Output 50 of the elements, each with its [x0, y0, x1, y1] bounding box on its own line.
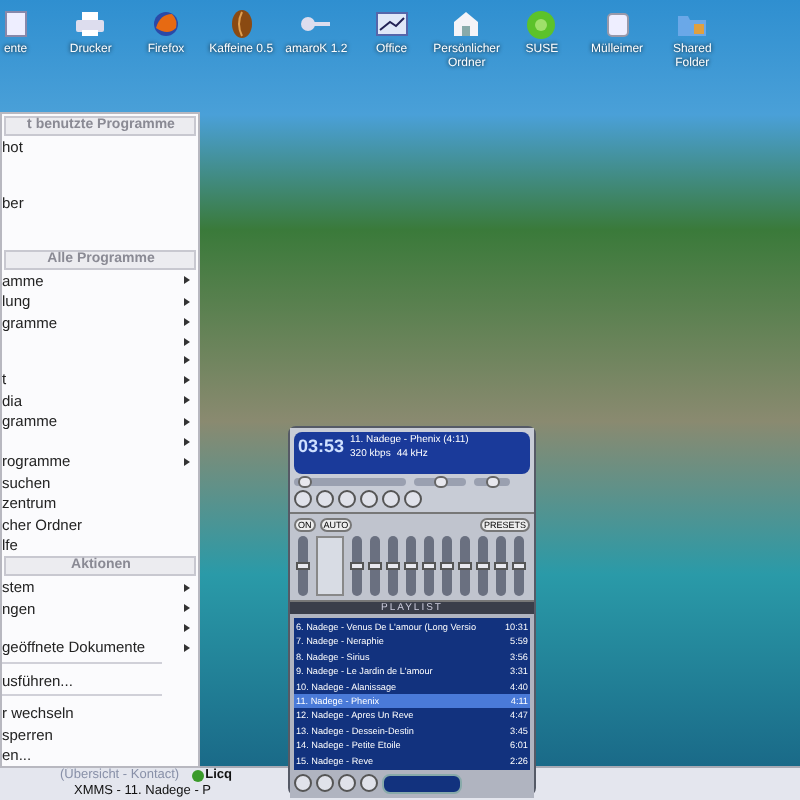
slider-thumb[interactable]: [298, 476, 313, 488]
mini-display: [382, 773, 462, 794]
slider-thumb[interactable]: [485, 476, 499, 488]
slider-thumb[interactable]: [404, 562, 418, 570]
balance-slider[interactable]: [474, 478, 510, 486]
slider-thumb[interactable]: [476, 562, 490, 570]
equalizer-slider[interactable]: [478, 536, 488, 596]
slider-thumb[interactable]: [368, 562, 382, 570]
submenu-arrow-icon: [184, 375, 190, 384]
equalizer-slider[interactable]: [424, 536, 434, 596]
slider-thumb[interactable]: [296, 562, 310, 570]
equalizer-slider[interactable]: [388, 536, 398, 596]
slider-thumb[interactable]: [512, 562, 526, 570]
equalizer-slider[interactable]: [496, 536, 506, 596]
equalizer-slider[interactable]: [370, 536, 380, 596]
chart-window-icon[interactable]: [375, 12, 408, 36]
document-icon[interactable]: [3, 10, 28, 38]
slider-thumb[interactable]: [440, 562, 454, 570]
printer-icon[interactable]: [74, 10, 107, 38]
slider-thumb[interactable]: [458, 562, 472, 570]
equalizer-slider[interactable]: [460, 536, 470, 596]
submenu-arrow-icon: [184, 643, 190, 652]
time-display: 03:53: [298, 434, 345, 460]
submenu-arrow-icon: [184, 457, 190, 466]
equalizer-slider[interactable]: [442, 536, 452, 596]
globe-icon[interactable]: [151, 10, 180, 38]
submenu-arrow-icon: [184, 318, 190, 327]
seek-bar[interactable]: [294, 478, 406, 486]
volume-slider[interactable]: [414, 478, 466, 486]
equalizer-slider[interactable]: [352, 536, 362, 596]
submenu-arrow-icon: [184, 418, 190, 427]
submenu-arrow-icon: [184, 437, 190, 446]
equalizer-slider[interactable]: [514, 536, 524, 596]
bean-icon[interactable]: [229, 8, 254, 40]
submenu-arrow-icon: [184, 604, 190, 613]
submenu-arrow-icon: [184, 396, 190, 405]
equalizer-graph: [316, 536, 344, 596]
submenu-arrow-icon: [184, 276, 190, 285]
slider-thumb[interactable]: [494, 562, 508, 570]
slider-thumb[interactable]: [422, 562, 436, 570]
home-folder-icon[interactable]: [452, 10, 481, 38]
key-icon[interactable]: [300, 14, 333, 34]
equalizer-slider[interactable]: [406, 536, 416, 596]
equalizer-slider[interactable]: [298, 536, 308, 596]
submenu-arrow-icon: [184, 623, 190, 632]
submenu-arrow-icon: [184, 297, 190, 306]
slider-thumb[interactable]: [386, 562, 400, 570]
submenu-arrow-icon: [184, 583, 190, 592]
slider-thumb[interactable]: [350, 562, 364, 570]
slider-thumb[interactable]: [434, 476, 449, 488]
